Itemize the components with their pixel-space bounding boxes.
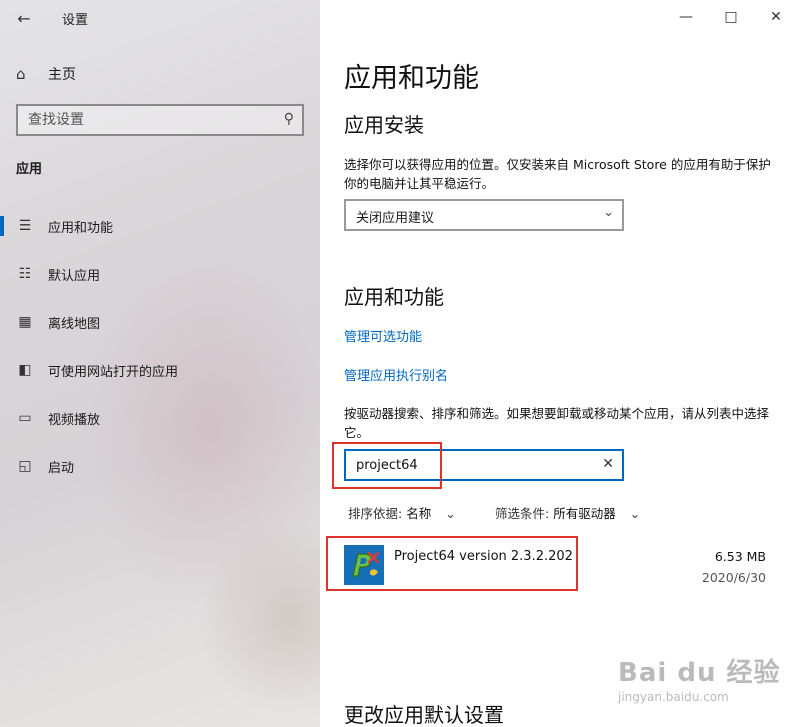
home-icon: ⌂ <box>16 65 26 83</box>
chevron-down-icon: ⌄ <box>445 506 456 521</box>
main-content: — □ ✕ 应用和功能 应用安装 选择你可以获得应用的位置。仅安装来自 Micr… <box>320 0 800 727</box>
chevron-down-icon: ⌄ <box>629 506 641 521</box>
open-in-window-icon: ◧ <box>18 362 32 378</box>
watermark-url: jingyan.baidu.com <box>618 690 729 704</box>
close-icon: ✕ <box>770 9 782 25</box>
sidebar-item-apps-features[interactable]: ☰ 应用和功能 <box>0 206 320 246</box>
arrow-left-icon: ← <box>17 8 31 28</box>
baidu-jingyan-watermark: Bai du 经验 jingyan.baidu.com <box>612 652 792 722</box>
install-heading: 应用安装 <box>344 113 424 137</box>
home-nav-item[interactable]: ⌂ 主页 <box>16 62 76 86</box>
sidebar-item-label: 启动 <box>48 460 75 476</box>
sidebar-item-offline-maps[interactable]: ▦ 离线地图 <box>0 302 320 342</box>
sidebar-item-video-playback[interactable]: ▭ 视频播放 <box>0 398 320 438</box>
sidebar-item-label: 应用和功能 <box>48 220 114 236</box>
settings-search-input[interactable] <box>28 111 268 129</box>
search-description: 按驱动器搜索、排序和筛选。如果想要卸载或移动某个应用，请从列表中选择它。 <box>344 406 770 440</box>
app-size: 6.53 MB <box>714 549 766 564</box>
minimize-button[interactable]: — <box>664 0 708 34</box>
apps-features-heading: 应用和功能 <box>344 285 444 309</box>
maximize-icon: □ <box>724 9 738 25</box>
settings-sidebar: ← 设置 ⌂ 主页 ⚲ 应用 ☰ 应用和功能 ☷ 默认应用 ▦ 离线地图 ◧ 可… <box>0 0 320 727</box>
change-app-defaults-heading: 更改应用默认设置 <box>344 703 504 727</box>
sort-label: 排序依据: <box>348 506 403 521</box>
default-apps-icon: ☷ <box>18 266 32 282</box>
sidebar-item-label: 可使用网站打开的应用 <box>48 364 179 380</box>
title-bar: ← 设置 <box>0 0 320 36</box>
sort-by-control[interactable]: 排序依据: 名称 ⌄ <box>348 503 456 522</box>
chevron-down-icon: ⌄ <box>603 205 614 220</box>
app-name: Project64 version 2.3.2.202 <box>394 549 573 564</box>
startup-icon: ◱ <box>18 458 32 474</box>
page-title: 应用和功能 <box>344 63 479 94</box>
sidebar-item-label: 离线地图 <box>48 316 101 332</box>
apps-list-icon: ☰ <box>18 218 32 234</box>
home-label: 主页 <box>48 67 76 83</box>
dropdown-value: 关闭应用建议 <box>356 211 435 226</box>
maximize-button[interactable]: □ <box>709 0 753 34</box>
sort-value: 名称 <box>406 506 432 521</box>
app-install-date: 2020/6/30 <box>701 570 766 585</box>
back-button[interactable]: ← <box>10 6 38 30</box>
filter-value: 所有驱动器 <box>553 506 616 521</box>
install-description: 选择你可以获得应用的位置。仅安装来自 Microsoft Store 的应用有助… <box>344 157 771 191</box>
sidebar-item-label: 默认应用 <box>48 268 101 284</box>
sidebar-item-label: 视频播放 <box>48 412 101 428</box>
map-icon: ▦ <box>18 314 32 330</box>
sidebar-section-label: 应用 <box>16 162 43 177</box>
sidebar-item-default-apps[interactable]: ☷ 默认应用 <box>0 254 320 294</box>
app-search-box[interactable]: ✕ <box>344 449 624 481</box>
active-indicator <box>0 216 4 236</box>
settings-search-box[interactable]: ⚲ <box>16 104 304 136</box>
video-icon: ▭ <box>18 410 32 426</box>
manage-app-aliases-link[interactable]: 管理应用执行别名 <box>344 365 448 384</box>
project64-app-icon <box>344 545 384 585</box>
manage-optional-features-link[interactable]: 管理可选功能 <box>344 326 422 345</box>
minimize-icon: — <box>679 9 693 25</box>
filter-by-control[interactable]: 筛选条件: 所有驱动器 ⌄ <box>495 503 640 522</box>
window-title: 设置 <box>62 13 89 28</box>
sidebar-item-apps-for-websites[interactable]: ◧ 可使用网站打开的应用 <box>0 350 320 390</box>
sidebar-item-startup[interactable]: ◱ 启动 <box>0 446 320 486</box>
app-search-input[interactable] <box>356 456 586 474</box>
app-list-item[interactable]: Project64 version 2.3.2.202 6.53 MB 2020… <box>344 538 770 594</box>
search-icon[interactable]: ⚲ <box>284 111 294 127</box>
watermark-logo-text: Bai du 经验 <box>618 658 781 688</box>
install-source-dropdown[interactable]: 关闭应用建议 ⌄ <box>344 199 624 231</box>
clear-icon[interactable]: ✕ <box>602 456 614 472</box>
filter-label: 筛选条件: <box>495 506 550 521</box>
close-button[interactable]: ✕ <box>754 0 798 34</box>
